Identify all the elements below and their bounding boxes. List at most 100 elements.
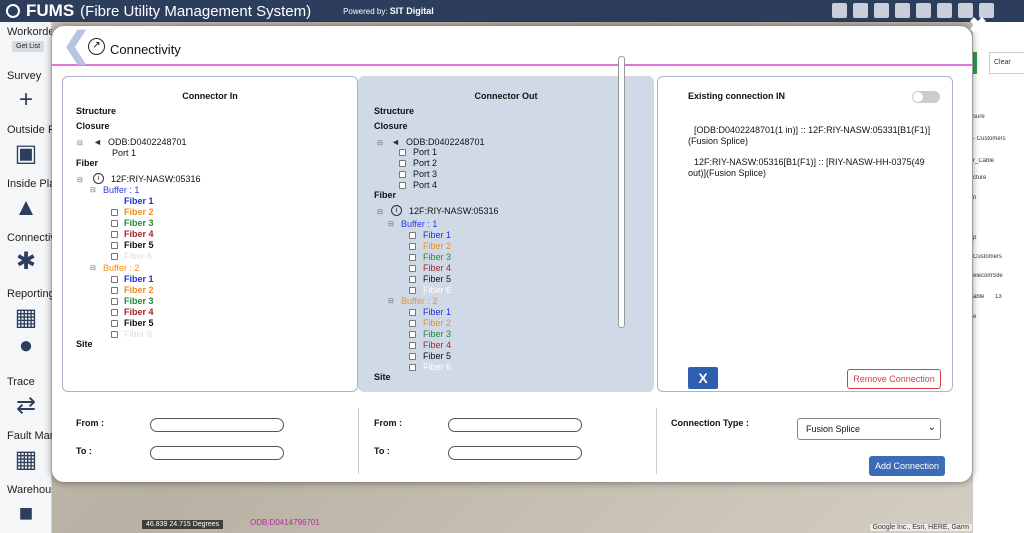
fiber-checkbox[interactable] — [409, 353, 416, 360]
sidebar-inside-plant[interactable]: Inside Pla ▲ — [0, 178, 52, 221]
fiber-checkbox[interactable] — [409, 331, 416, 338]
from-input-out[interactable] — [448, 418, 582, 432]
port-checkbox[interactable] — [399, 182, 406, 189]
fiber-checkbox[interactable] — [111, 209, 118, 216]
fiber-checkbox[interactable] — [111, 331, 118, 338]
fiber-item[interactable]: Fiber 1 — [124, 196, 154, 206]
fiber-item[interactable]: Fiber 5 — [423, 274, 451, 284]
collapse-icon[interactable]: ⊟ — [388, 297, 394, 305]
print-icon[interactable] — [832, 3, 847, 18]
to-input-in[interactable] — [150, 446, 284, 460]
collapse-icon[interactable]: ⊟ — [377, 208, 383, 216]
fiber-item[interactable]: Fiber 5 — [124, 318, 154, 328]
map-edit-icon[interactable]: ▣ — [13, 141, 39, 167]
sidebar-outside-plant[interactable]: Outside P ▣ — [0, 124, 52, 167]
port-item[interactable]: Port 1 — [112, 148, 136, 158]
port-item[interactable]: Port 3 — [413, 169, 437, 179]
port-checkbox[interactable] — [399, 171, 406, 178]
sidebar-workorder[interactable]: Workorde Get List — [0, 26, 52, 52]
fiber-item[interactable]: Fiber 5 — [124, 240, 154, 250]
fiber-item[interactable]: Fiber 6 — [124, 251, 152, 261]
report-grid-icon[interactable]: ▦ — [13, 305, 39, 331]
fiber-checkbox[interactable] — [111, 253, 118, 260]
fiber-checkbox[interactable] — [409, 276, 416, 283]
report-icon[interactable] — [853, 3, 868, 18]
close-icon[interactable]: ✖ — [968, 15, 988, 37]
connector-out-scrollbar[interactable] — [618, 56, 625, 328]
connection-type-select[interactable]: Fusion Splice ⌄ — [797, 418, 941, 440]
up-arrow-icon[interactable]: ▲ — [13, 195, 39, 221]
fiber-checkbox[interactable] — [111, 320, 118, 327]
clear-button[interactable]: Clear — [989, 52, 1024, 74]
back-chevron-icon[interactable]: ❮ — [62, 28, 91, 62]
fiber-item[interactable]: Fiber 1 — [423, 307, 451, 317]
plus-icon[interactable]: + — [13, 87, 39, 113]
buffer-2[interactable]: Buffer : 2 — [103, 263, 139, 273]
fiber-item[interactable]: Fiber 3 — [124, 296, 154, 306]
get-list-button[interactable]: Get List — [12, 41, 45, 52]
fiber-checkbox[interactable] — [111, 242, 118, 249]
fiber-item[interactable]: Fiber 3 — [124, 218, 154, 228]
green-button[interactable] — [973, 52, 977, 74]
sidebar-fault-management[interactable]: Fault Man ▦ — [0, 430, 52, 473]
fiber-checkbox[interactable] — [409, 265, 416, 272]
collapse-icon[interactable]: ⊟ — [90, 264, 96, 272]
fiber-checkbox[interactable] — [409, 254, 416, 261]
port-item[interactable]: Port 2 — [413, 158, 437, 168]
fiber-item[interactable]: Fiber 5 — [423, 351, 451, 361]
sidebar-connectivity[interactable]: Connectiv ✱ — [0, 232, 52, 275]
sidebar-warehouse[interactable]: Warehouse ■ — [0, 484, 52, 527]
sidebar-survey[interactable]: Survey + — [0, 70, 52, 113]
collapse-icon[interactable]: ⊟ — [377, 139, 383, 147]
port-checkbox[interactable] — [399, 149, 406, 156]
from-input-in[interactable] — [150, 418, 284, 432]
fiber-item[interactable]: Fiber 3 — [423, 329, 451, 339]
fiber-item[interactable]: Fiber 1 — [124, 274, 154, 284]
fiber-item[interactable]: Fiber 6 — [124, 329, 152, 339]
add-connection-button[interactable]: Add Connection — [869, 456, 945, 476]
fiber-item[interactable]: Fiber 6 — [423, 285, 451, 295]
fiber-item[interactable]: Fiber 2 — [124, 285, 154, 295]
port-item[interactable]: Port 1 — [413, 147, 437, 157]
fiber-checkbox[interactable] — [111, 298, 118, 305]
sidebar-trace[interactable]: Trace ⇄ — [0, 376, 52, 419]
fiber-checkbox[interactable] — [111, 231, 118, 238]
fiber-checkbox[interactable] — [409, 287, 416, 294]
collapse-icon[interactable]: ⊟ — [77, 176, 83, 184]
buffer-2[interactable]: Buffer : 2 — [401, 296, 437, 306]
warehouse-icon[interactable]: ■ — [13, 501, 39, 527]
fiber-checkbox[interactable] — [409, 309, 416, 316]
collapse-icon[interactable]: ⊟ — [77, 139, 83, 147]
fiber-item[interactable]: Fiber 2 — [423, 241, 451, 251]
fiber-checkbox[interactable] — [409, 243, 416, 250]
fiber-checkbox[interactable] — [111, 220, 118, 227]
edit-icon[interactable] — [895, 3, 910, 18]
buffer-1[interactable]: Buffer : 1 — [103, 185, 139, 195]
remove-connection-button[interactable]: Remove Connection — [847, 369, 941, 389]
existing-connection-toggle[interactable] — [912, 91, 940, 103]
fiber-checkbox[interactable] — [409, 342, 416, 349]
document-icon[interactable] — [874, 3, 889, 18]
fiber-checkbox[interactable] — [409, 232, 416, 239]
fiber-checkbox[interactable] — [409, 320, 416, 327]
fiber-item[interactable]: Fiber 2 — [124, 207, 154, 217]
fiber-item[interactable]: Fiber 4 — [423, 263, 451, 273]
table-icon[interactable] — [937, 3, 952, 18]
fiber-checkbox[interactable] — [409, 364, 416, 371]
sidebar-reporting[interactable]: Reporting ▦ ● — [0, 288, 52, 359]
fiber-item[interactable]: Fiber 1 — [423, 230, 451, 240]
excel-export-icon[interactable]: X — [688, 367, 718, 389]
fiber-checkbox[interactable] — [111, 287, 118, 294]
collapse-icon[interactable]: ⊟ — [90, 186, 96, 194]
network-star-icon[interactable]: ✱ — [13, 249, 39, 275]
fault-grid-icon[interactable]: ▦ — [13, 447, 39, 473]
usb-icon[interactable]: ⇄ — [13, 393, 39, 419]
fiber-item[interactable]: Fiber 4 — [124, 307, 154, 317]
fiber-item[interactable]: Fiber 6 — [423, 362, 451, 372]
fiber-checkbox[interactable] — [111, 309, 118, 316]
collapse-icon[interactable]: ⊟ — [388, 220, 394, 228]
fiber-item[interactable]: Fiber 4 — [124, 229, 154, 239]
to-input-out[interactable] — [448, 446, 582, 460]
fiber-item[interactable]: Fiber 4 — [423, 340, 451, 350]
fiber-item[interactable]: Fiber 2 — [423, 318, 451, 328]
